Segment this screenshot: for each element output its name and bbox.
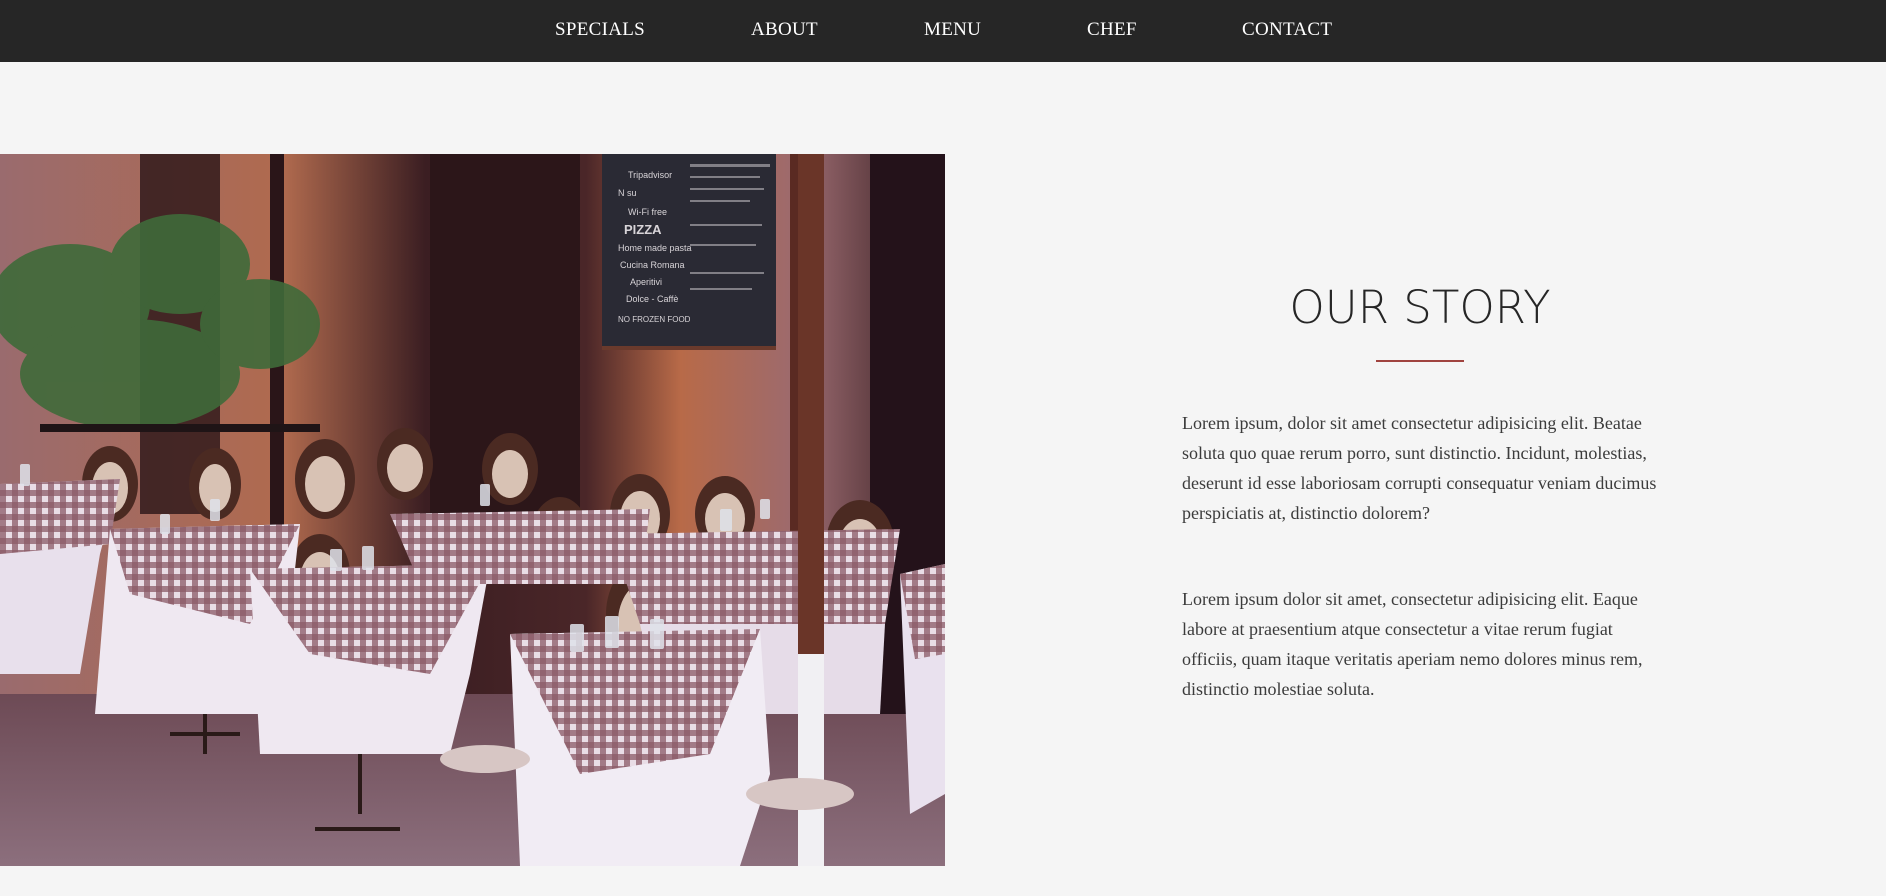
svg-text:Aperitivi: Aperitivi (630, 277, 662, 287)
svg-text:PIZZA: PIZZA (624, 222, 662, 237)
svg-text:N su: N su (618, 188, 637, 198)
story-paragraph-2: Lorem ipsum dolor sit amet, consectetur … (1182, 589, 1643, 699)
title-divider (1376, 360, 1464, 362)
svg-text:Dolce - Caffè: Dolce - Caffè (626, 294, 678, 304)
top-navbar: SPECIALS ABOUT MENU CHEF CONTACT (0, 0, 1886, 62)
nav-link-contact[interactable]: CONTACT (1242, 19, 1332, 41)
svg-text:Cucina Romana: Cucina Romana (620, 260, 685, 270)
nav-link-chef[interactable]: CHEF (1087, 19, 1137, 41)
restaurant-photo: Tripadvisor N su Wi-Fi free PIZZA Home m… (0, 154, 945, 866)
svg-text:Home made pasta: Home made pasta (618, 243, 692, 253)
story-paragraph-1: Lorem ipsum, dolor sit amet consectetur … (1182, 413, 1657, 523)
svg-text:Wi-Fi free: Wi-Fi free (628, 207, 667, 217)
story-title: OUR STORY (1289, 281, 1551, 334)
nav-link-specials[interactable]: SPECIALS (555, 19, 645, 41)
nav-link-menu[interactable]: MENU (924, 19, 981, 41)
nav-link-about[interactable]: ABOUT (751, 19, 818, 41)
svg-text:Tripadvisor: Tripadvisor (628, 170, 672, 180)
svg-text:NO FROZEN FOOD: NO FROZEN FOOD (618, 315, 691, 324)
